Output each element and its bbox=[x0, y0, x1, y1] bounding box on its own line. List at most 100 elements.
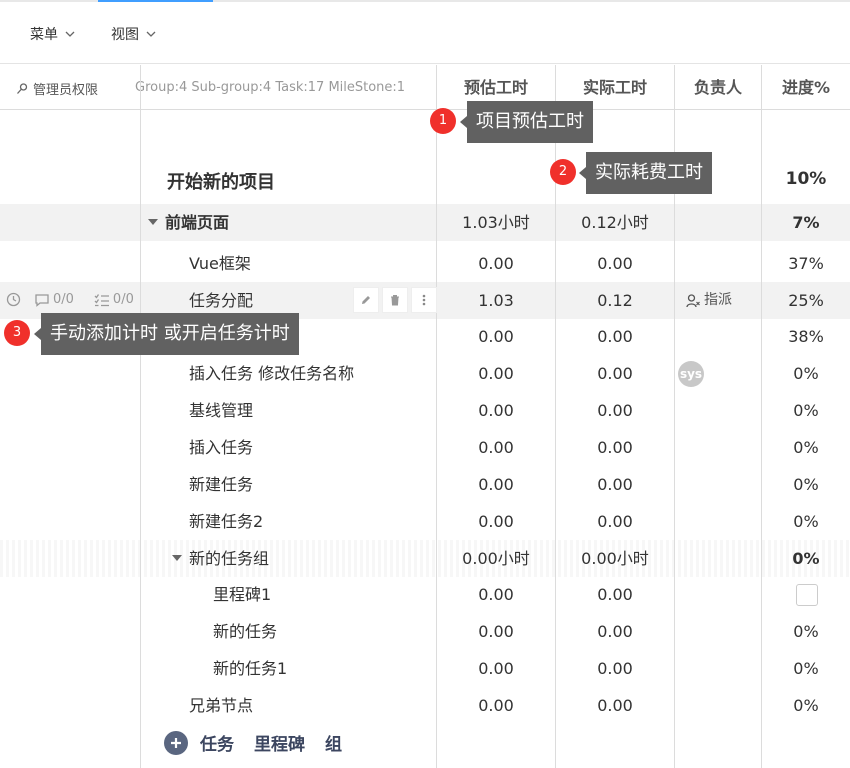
row-name[interactable]: 新建任务2 bbox=[189, 503, 263, 540]
project-summary: Group:4 Sub-group:4 Task:17 MileStone:1 bbox=[135, 80, 406, 95]
actual-hours: 0.00 bbox=[597, 622, 633, 641]
estimated-hours: 0.00 bbox=[478, 475, 514, 494]
callout-timer: 手动添加计时 或开启任务计时 bbox=[34, 313, 299, 355]
callout-estimated-hours: 项目预估工时 bbox=[460, 101, 593, 143]
estimated-hours: 0.00 bbox=[478, 401, 514, 420]
view-label: 视图 bbox=[111, 27, 139, 43]
estimated-hours: 0.00 bbox=[478, 438, 514, 457]
milestone-complete-checkbox[interactable] bbox=[796, 584, 818, 606]
estimated-hours: 0.00小时 bbox=[462, 549, 530, 568]
project-progress: 10% bbox=[785, 169, 827, 189]
table-row[interactable]: 新的任务 0.00 0.00 0% bbox=[0, 613, 850, 650]
actual-hours: 0.12 bbox=[597, 291, 633, 310]
table-row[interactable]: 新建任务 0.00 0.00 0% bbox=[0, 466, 850, 503]
progress-value: 0% bbox=[793, 401, 819, 420]
actual-hours: 0.00 bbox=[597, 475, 633, 494]
row-name[interactable]: 新的任务1 bbox=[213, 650, 287, 687]
comments-indicator[interactable]: 0/0 bbox=[34, 292, 84, 307]
add-item-bar: 任务 里程碑 组 bbox=[164, 730, 362, 755]
row-name[interactable]: 插入任务 bbox=[189, 429, 253, 466]
toolbar: 菜单 视图 bbox=[0, 2, 850, 64]
row-name[interactable]: Vue框架 bbox=[189, 245, 251, 282]
clock-icon bbox=[6, 292, 21, 307]
table-row[interactable]: 兄弟节点 0.00 0.00 0% bbox=[0, 687, 850, 724]
actual-hours: 0.00 bbox=[597, 364, 633, 383]
row-name-cell[interactable]: 新的任务组 bbox=[172, 540, 269, 577]
progress-value: 0% bbox=[792, 549, 820, 568]
row-name-cell[interactable]: 前端页面 bbox=[148, 204, 229, 241]
callout-actual-hours: 实际耗费工时 bbox=[579, 152, 712, 194]
avatar[interactable]: sys bbox=[678, 361, 704, 387]
checklist-indicator[interactable]: 0/0 bbox=[94, 292, 144, 307]
callout-text: 手动添加计时 或开启任务计时 bbox=[50, 323, 290, 344]
table-row[interactable]: 新的任务1 0.00 0.00 0% bbox=[0, 650, 850, 687]
row-actions bbox=[350, 287, 437, 313]
checklist-count: 0/0 bbox=[112, 292, 134, 307]
view-dropdown[interactable]: 视图 bbox=[111, 24, 157, 44]
row-name[interactable]: 兄弟节点 bbox=[189, 687, 253, 724]
progress-value: 0% bbox=[793, 438, 819, 457]
table-row[interactable]: 插入任务 0.00 0.00 0% bbox=[0, 429, 850, 466]
plus-circle-icon[interactable] bbox=[164, 730, 188, 755]
column-header-progress[interactable]: 进度% bbox=[762, 65, 850, 110]
add-task-link[interactable]: 任务 bbox=[200, 730, 234, 755]
more-vertical-icon bbox=[422, 294, 426, 306]
estimated-hours: 0.00 bbox=[478, 696, 514, 715]
progress-value: 0% bbox=[793, 659, 819, 678]
actual-hours: 0.00 bbox=[597, 585, 633, 604]
callout-badge-2: 2 bbox=[550, 159, 576, 185]
key-icon bbox=[17, 82, 28, 94]
more-button[interactable] bbox=[411, 287, 437, 313]
table-row[interactable]: Vue框架 0.00 0.00 37% bbox=[0, 245, 850, 282]
row-name[interactable]: 新的任务 bbox=[213, 613, 277, 650]
callout-badge-3: 3 bbox=[4, 320, 30, 346]
row-name[interactable]: 插入任务 修改任务名称 bbox=[189, 355, 354, 392]
row-name[interactable]: 里程碑1 bbox=[213, 576, 271, 613]
table-row[interactable]: 基线管理 0.00 0.00 0% bbox=[0, 392, 850, 429]
timer-button[interactable] bbox=[6, 292, 24, 307]
actual-hours: 0.00 bbox=[597, 401, 633, 420]
checklist-icon bbox=[94, 293, 109, 306]
row-name[interactable]: 基线管理 bbox=[189, 392, 253, 429]
assign-label: 指派 bbox=[704, 292, 732, 308]
estimated-hours: 0.00 bbox=[478, 254, 514, 273]
estimated-hours: 1.03 bbox=[478, 291, 514, 310]
add-milestone-link[interactable]: 里程碑 bbox=[254, 730, 305, 755]
actual-hours: 0.00小时 bbox=[581, 549, 649, 568]
progress-value: 38% bbox=[788, 327, 824, 346]
delete-button[interactable] bbox=[382, 287, 408, 313]
callout-text: 实际耗费工时 bbox=[595, 162, 703, 183]
menu-dropdown[interactable]: 菜单 bbox=[30, 24, 76, 44]
actual-hours: 0.12小时 bbox=[581, 213, 649, 232]
progress-value: 37% bbox=[788, 254, 824, 273]
actual-hours: 0.00 bbox=[597, 327, 633, 346]
admin-label: 管理员权限 bbox=[33, 83, 99, 98]
edit-button[interactable] bbox=[353, 287, 379, 313]
progress-value: 7% bbox=[792, 213, 820, 232]
comments-count: 0/0 bbox=[53, 292, 74, 307]
chevron-down-icon bbox=[65, 31, 75, 37]
estimated-hours: 0.00 bbox=[478, 364, 514, 383]
estimated-hours: 0.00 bbox=[478, 512, 514, 531]
estimated-hours: 0.00 bbox=[478, 622, 514, 641]
estimated-hours: 1.03小时 bbox=[462, 213, 530, 232]
milestone-row[interactable]: 里程碑1 0.00 0.00 bbox=[0, 576, 850, 613]
assign-button[interactable]: 指派 bbox=[686, 282, 732, 319]
actual-hours: 0.00 bbox=[597, 659, 633, 678]
row-name[interactable]: 新建任务 bbox=[189, 466, 253, 503]
add-group-link[interactable]: 组 bbox=[325, 730, 342, 755]
progress-value: 0% bbox=[793, 512, 819, 531]
column-header-owner[interactable]: 负责人 bbox=[675, 65, 761, 110]
table-row[interactable]: 插入任务 修改任务名称 0.00 0.00 0% bbox=[0, 355, 850, 392]
pencil-icon bbox=[362, 296, 370, 304]
caret-down-icon[interactable] bbox=[172, 554, 182, 561]
progress-value: 0% bbox=[793, 475, 819, 494]
group-row-frontend[interactable]: 前端页面 1.03小时 0.12小时 7% bbox=[0, 204, 850, 241]
progress-value: 0% bbox=[793, 622, 819, 641]
group-row-new-task-group[interactable]: 新的任务组 0.00小时 0.00小时 0% bbox=[0, 540, 850, 577]
table-row[interactable]: 新建任务2 0.00 0.00 0% bbox=[0, 503, 850, 540]
admin-permission-link[interactable]: 管理员权限 bbox=[16, 79, 98, 98]
caret-down-icon[interactable] bbox=[148, 218, 158, 225]
row-name: 新的任务组 bbox=[189, 549, 270, 568]
actual-hours: 0.00 bbox=[597, 438, 633, 457]
